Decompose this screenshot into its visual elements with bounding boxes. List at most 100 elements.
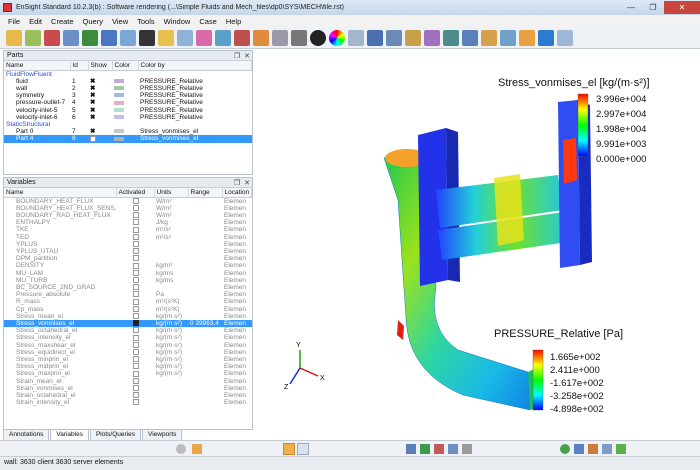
activated-checkbox[interactable]	[133, 363, 139, 370]
activated-checkbox[interactable]	[133, 233, 139, 240]
parts-row[interactable]: FluidFlowFluent	[4, 70, 252, 78]
col-activated[interactable]: Activated	[116, 188, 155, 198]
activated-checkbox[interactable]	[133, 284, 139, 291]
open-file-icon[interactable]	[6, 29, 22, 46]
activated-checkbox[interactable]	[133, 385, 139, 392]
activated-checkbox[interactable]	[133, 269, 139, 276]
show-check-icon[interactable]: ✖	[90, 78, 95, 85]
color-swatch[interactable]	[114, 115, 124, 119]
variable-row[interactable]: Cp_mass m²/(s²K) Elemen	[4, 306, 252, 313]
query-icon[interactable]	[386, 29, 402, 46]
variable-row[interactable]: Stress_equidirect_el kg/(m·s²) Elemen	[4, 349, 252, 356]
variable-row[interactable]: BOUNDARY_RAD_HEAT_FLUX W/m² Elemen	[4, 212, 252, 219]
show-check-icon[interactable]: ✖	[90, 128, 95, 135]
variable-row[interactable]: Strain_mean_el Elemen	[4, 378, 252, 385]
variable-row[interactable]: BOUNDARY_HEAT_FLUX W/m² Elemen	[4, 197, 252, 205]
variable-activated[interactable]	[116, 284, 154, 291]
variable-row[interactable]: Stress_intensity_el kg/(m·s²) Elemen	[4, 334, 252, 341]
activated-checkbox[interactable]	[133, 197, 139, 204]
lock-icon[interactable]	[158, 29, 174, 46]
color-swatch[interactable]	[114, 100, 124, 105]
view-y-icon[interactable]	[588, 444, 598, 454]
view-z-icon[interactable]	[602, 444, 612, 454]
maximize-button[interactable]: ❐	[642, 1, 664, 14]
target-icon[interactable]	[291, 29, 307, 46]
variable-activated[interactable]	[116, 212, 154, 219]
color-swatch[interactable]	[114, 136, 124, 141]
variable-activated[interactable]	[116, 370, 154, 377]
variable-activated[interactable]	[116, 277, 154, 284]
variable-activated[interactable]	[116, 219, 154, 226]
parts-row[interactable]: wall 2 ✖ PRESSURE_Relative	[4, 85, 252, 92]
clapper-icon[interactable]	[139, 29, 155, 46]
variable-activated[interactable]	[116, 327, 154, 334]
part-color[interactable]	[112, 107, 138, 114]
menu-edit[interactable]: Edit	[29, 17, 42, 26]
show-check-icon[interactable]: ✖	[90, 85, 95, 92]
variable-activated[interactable]	[116, 262, 154, 269]
variable-activated[interactable]	[116, 226, 154, 233]
variable-activated[interactable]	[116, 385, 154, 392]
reset-view-icon[interactable]	[560, 444, 570, 454]
variable-row[interactable]: ENTHALPY J/kg Elemen	[4, 219, 252, 226]
color-swatch[interactable]	[114, 86, 124, 91]
part-color[interactable]	[112, 85, 138, 92]
activated-checkbox[interactable]	[133, 241, 139, 247]
variable-activated[interactable]	[116, 377, 154, 385]
variable-row[interactable]: DENSITY kg/m³ Elemen	[4, 262, 252, 269]
rotate-icon[interactable]	[434, 444, 444, 454]
variable-row[interactable]: BOUNDARY_HEAT_FLUX_SENS... W/m² Elemen	[4, 205, 252, 212]
variable-row[interactable]: MU_TURB kg/ms Elemen	[4, 277, 252, 284]
col-colorby[interactable]: Color by	[138, 61, 252, 71]
variables-icon[interactable]	[443, 29, 459, 46]
activated-checkbox[interactable]	[133, 377, 139, 384]
col-name[interactable]: Name	[4, 61, 71, 71]
pencil-icon[interactable]	[481, 29, 497, 46]
activated-checkbox[interactable]	[133, 219, 139, 226]
show-checkbox[interactable]	[90, 135, 96, 142]
show-check-icon[interactable]: ✖	[90, 107, 95, 114]
variable-row[interactable]: Strain_vonmises_el Elemen	[4, 385, 252, 392]
activated-checkbox[interactable]	[133, 255, 139, 262]
variable-activated[interactable]	[116, 356, 154, 363]
color-swatch[interactable]	[114, 129, 124, 134]
variable-row[interactable]: YPLUS Elemen	[4, 241, 252, 248]
activated-checkbox[interactable]	[133, 356, 139, 363]
variable-row[interactable]: Stress_minprin_el kg/(m·s²) Elemen	[4, 356, 252, 363]
part-color[interactable]	[112, 114, 138, 121]
help-icon[interactable]	[557, 29, 573, 46]
line-chart-icon[interactable]	[63, 29, 79, 46]
variable-row[interactable]: Strain_octahedral_el Elemen	[4, 392, 252, 399]
variable-activated[interactable]	[116, 233, 154, 241]
show-check-icon[interactable]: ✖	[90, 99, 95, 106]
palette-icon[interactable]	[348, 29, 364, 46]
col-units[interactable]: Units	[154, 188, 189, 198]
grid-icon[interactable]	[25, 29, 41, 46]
variable-row[interactable]: R_mass m²/(s²K) Elemen	[4, 298, 252, 305]
activated-checkbox[interactable]	[133, 320, 139, 327]
part-show[interactable]: ✖	[88, 78, 112, 85]
parts-row[interactable]: Part 0 7 ✖ Stress_vonmises_el	[4, 128, 252, 135]
variable-row[interactable]: Pressure_absolute Pa Elemen	[4, 291, 252, 298]
variable-activated[interactable]	[116, 255, 154, 262]
parts-row[interactable]: velocity-inlet-6 6 ✖ PRESSURE_Relative	[4, 114, 252, 121]
arrow-icon[interactable]	[101, 29, 117, 46]
variable-row[interactable]: Stress_octahedral_el kg/(m·s²) Elemen	[4, 327, 252, 334]
variable-row[interactable]: Stress_maxprin_el kg/(m·s²) Elemen	[4, 370, 252, 377]
variable-activated[interactable]	[116, 363, 154, 370]
col-location[interactable]: Location	[222, 188, 252, 198]
activated-checkbox[interactable]	[133, 212, 139, 219]
color-swatch[interactable]	[114, 93, 124, 98]
parts-row[interactable]: velocity-inlet-5 5 ✖ PRESSURE_Relative	[4, 107, 252, 114]
activated-checkbox[interactable]	[133, 277, 139, 284]
show-check-icon[interactable]: ✖	[90, 114, 95, 121]
parts-row[interactable]: StaticStructural	[4, 121, 252, 128]
activated-checkbox[interactable]	[133, 399, 139, 406]
activated-checkbox[interactable]	[133, 204, 139, 211]
part-show[interactable]: ✖	[88, 107, 112, 114]
part-show[interactable]: ✖	[88, 128, 112, 135]
variable-activated[interactable]	[116, 248, 154, 255]
close-panel-icon[interactable]: ✕	[242, 52, 252, 60]
activated-checkbox[interactable]	[133, 370, 139, 377]
col-name[interactable]: Name	[4, 188, 117, 198]
